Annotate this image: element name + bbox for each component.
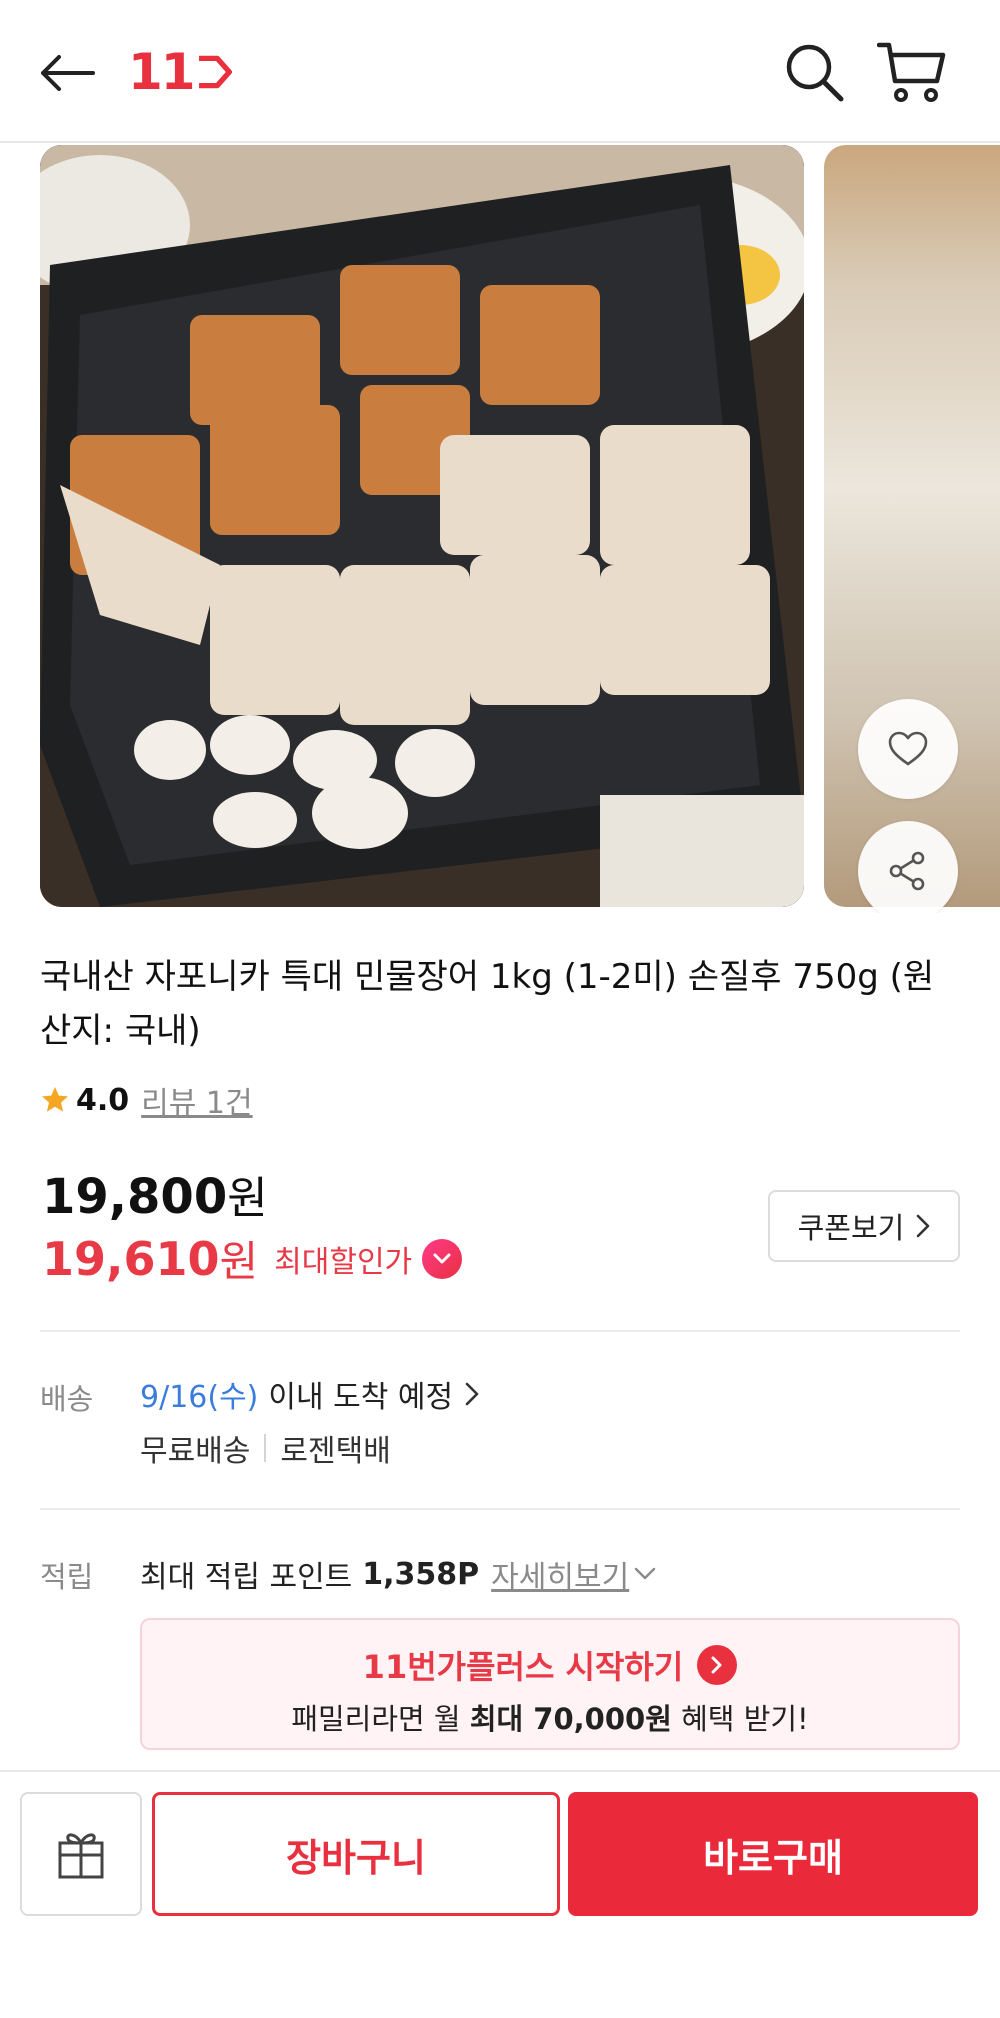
- logo-text: 11: [128, 43, 196, 101]
- discount-detail-button[interactable]: [422, 1238, 463, 1279]
- original-price: 19,800원: [42, 1162, 268, 1226]
- points-info: 최대 적립 포인트 1,358P 자세히보기: [140, 1552, 657, 1596]
- gift-button[interactable]: [20, 1792, 142, 1916]
- promo-sub-bold: 최대 70,000원: [469, 1702, 672, 1736]
- original-price-unit: 원: [227, 1173, 268, 1224]
- chevron-down-icon[interactable]: [633, 1566, 657, 1582]
- back-button[interactable]: [34, 40, 100, 106]
- grilled-eel-photo: [40, 145, 804, 907]
- search-icon: [786, 44, 844, 102]
- points-text: 최대 적립 포인트: [140, 1560, 353, 1595]
- chevron-right-icon: [917, 1214, 930, 1238]
- shipping-carrier: 로젠택배: [280, 1434, 391, 1469]
- cart-icon: [877, 42, 946, 102]
- add-to-cart-button[interactable]: 장바구니: [152, 1792, 560, 1916]
- heart-icon: [888, 731, 928, 766]
- search-button[interactable]: [776, 34, 852, 110]
- shipping-details: 무료배송 로젠택배: [140, 1426, 391, 1470]
- shipping-label: 배송: [40, 1382, 94, 1416]
- coupon-button[interactable]: 쿠폰보기: [768, 1190, 960, 1262]
- chevron-right-icon: [465, 1382, 479, 1406]
- product-rating: 4.0 리뷰 1건: [40, 1078, 253, 1122]
- points-label: 적립: [40, 1560, 94, 1594]
- share-button[interactable]: [858, 821, 958, 913]
- delivery-estimate-link[interactable]: 9/16(수) 이내 도착 예정: [140, 1372, 479, 1416]
- bottom-action-bar: 장바구니 바로구매: [0, 1770, 1000, 2018]
- section-divider: [40, 1508, 960, 1510]
- sale-price-unit: 원: [219, 1237, 259, 1286]
- gift-icon: [58, 1833, 104, 1879]
- rating-score: 4.0: [76, 1082, 130, 1118]
- buy-now-button[interactable]: 바로구매: [568, 1792, 978, 1916]
- arrow-left-icon: [41, 55, 95, 91]
- promo-go-button[interactable]: [697, 1645, 738, 1685]
- delivery-arrival-text: 이내 도착 예정: [268, 1380, 454, 1415]
- sale-price-label: 최대할인가: [274, 1244, 413, 1280]
- logo-arrow-icon: [198, 55, 232, 89]
- delivery-date: 9/16(수): [140, 1380, 259, 1415]
- promo-subtitle: 패밀리라면 월 최대 70,000원 혜택 받기!: [142, 1696, 958, 1738]
- original-price-value: 19,800: [42, 1169, 228, 1225]
- star-icon: [42, 1087, 68, 1112]
- promo-sub-suffix: 혜택 받기!: [681, 1702, 809, 1736]
- coupon-button-label: 쿠폰보기: [797, 1211, 905, 1245]
- top-header: 11: [0, 0, 1000, 143]
- cart-button[interactable]: [872, 34, 952, 110]
- separator: [264, 1434, 267, 1462]
- chevron-right-icon: [711, 1656, 722, 1674]
- review-count-link[interactable]: 리뷰 1건: [141, 1078, 252, 1122]
- product-title: 국내산 자포니카 특대 민물장어 1kg (1-2미) 손질후 750g (원산…: [40, 957, 935, 1051]
- points-amount: 1,358P: [362, 1556, 480, 1592]
- membership-promo-banner[interactable]: 11번가플러스 시작하기 패밀리라면 월 최대 70,000원 혜택 받기!: [140, 1618, 960, 1750]
- sale-price-value: 19,610: [42, 1231, 220, 1286]
- promo-sub-prefix: 패밀리라면 월: [291, 1702, 461, 1736]
- product-image-gallery[interactable]: 1 / 3: [0, 143, 1000, 913]
- brand-logo[interactable]: 11: [128, 43, 232, 101]
- promo-title-text: 11번가플러스 시작하기: [362, 1648, 684, 1686]
- product-image-main[interactable]: [40, 145, 804, 907]
- chevron-down-icon: [433, 1253, 451, 1263]
- promo-title: 11번가플러스 시작하기: [142, 1642, 958, 1688]
- wishlist-button[interactable]: [858, 699, 958, 799]
- share-icon: [889, 851, 925, 891]
- sale-price: 19,610 원 최대할인가: [42, 1228, 463, 1289]
- shipping-fee: 무료배송: [140, 1434, 251, 1469]
- section-divider: [40, 1330, 960, 1332]
- points-more-link[interactable]: 자세히보기: [491, 1552, 629, 1596]
